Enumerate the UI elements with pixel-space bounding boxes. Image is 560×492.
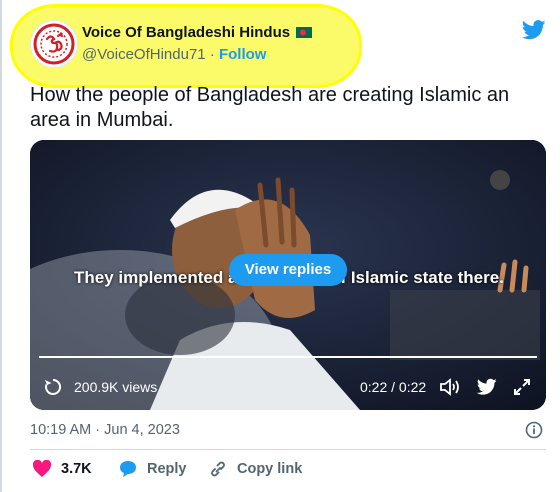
like-count: 3.7K <box>61 461 92 477</box>
tweet-timestamp[interactable]: 10:19 AM · Jun 4, 2023 <box>30 422 180 438</box>
twitter-bird-icon[interactable] <box>522 20 546 40</box>
replay-icon[interactable] <box>44 378 62 396</box>
reply-bubble-icon <box>120 461 136 477</box>
twitter-bird-icon[interactable] <box>477 378 497 396</box>
info-icon[interactable] <box>525 421 543 439</box>
heart-icon <box>32 460 52 477</box>
progress-fill <box>39 356 537 358</box>
video-time: 0:22 / 0:22 <box>360 379 427 395</box>
video-player[interactable]: They implemented a small area of Islamic… <box>30 140 546 410</box>
tweet-text: How the people of Bangladesh are creatin… <box>30 84 510 131</box>
divider <box>30 449 546 450</box>
om-logo-icon <box>33 23 75 65</box>
copy-link-button[interactable]: Copy link <box>208 460 302 478</box>
copy-link-label: Copy link <box>237 461 303 477</box>
like-button[interactable]: 3.7K <box>32 460 92 478</box>
separator-dot: · <box>209 46 215 63</box>
avatar[interactable] <box>30 20 78 68</box>
video-controls: 200.9K views 0:22 / 0:22 <box>30 372 546 402</box>
reply-button[interactable]: Reply <box>118 460 187 478</box>
link-icon <box>211 461 225 477</box>
follow-button[interactable]: Follow <box>219 46 267 63</box>
bangladesh-flag-icon <box>296 27 313 38</box>
author-name-row: Voice Of Bangladeshi Hindus <box>82 24 313 41</box>
author-name[interactable]: Voice Of Bangladeshi Hindus <box>82 24 290 41</box>
progress-bar[interactable] <box>39 356 537 358</box>
view-replies-button[interactable]: View replies <box>229 254 347 286</box>
expand-icon[interactable] <box>513 378 531 396</box>
left-border <box>0 0 2 492</box>
view-count: 200.9K views <box>74 379 158 395</box>
volume-icon[interactable] <box>439 377 461 397</box>
author-handle-row: @VoiceOfHindu71 · Follow <box>82 46 266 63</box>
author-handle[interactable]: @VoiceOfHindu71 <box>82 46 206 63</box>
reply-label: Reply <box>147 461 187 477</box>
